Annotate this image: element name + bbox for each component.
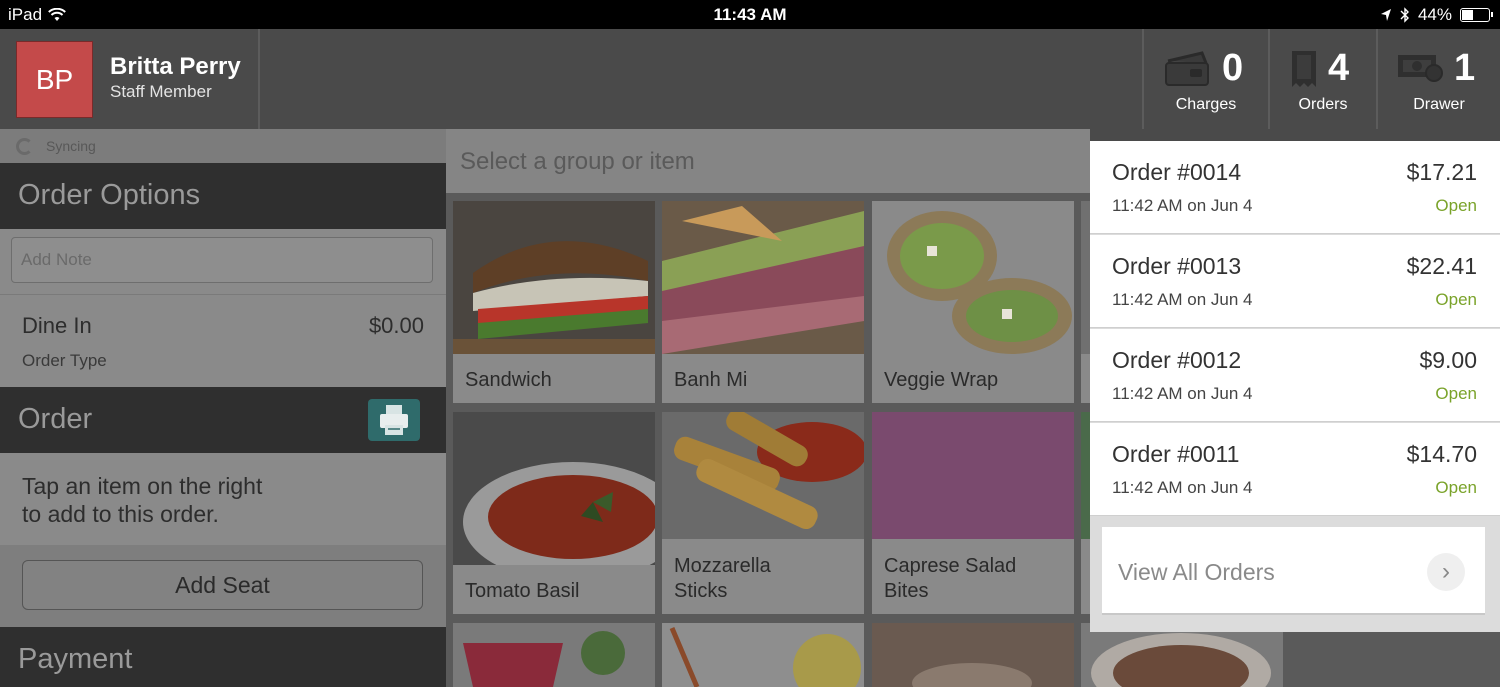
menu-item-veggie-wrap[interactable]: Veggie Wrap: [872, 201, 1074, 403]
menu-item-name-line2: Bites: [884, 580, 929, 602]
battery-percent: 44%: [1417, 5, 1452, 24]
order-status: Open: [1435, 290, 1477, 309]
drink-image: [453, 623, 655, 687]
drawer-count: 1: [1454, 47, 1476, 89]
cappuccino-image: [1081, 623, 1283, 687]
location-arrow-icon: [1380, 9, 1391, 21]
sync-status: Syncing: [0, 129, 446, 163]
seat-area: Add Seat: [0, 545, 446, 627]
popover-top-band: [1090, 129, 1500, 141]
order-status: Open: [1435, 196, 1477, 215]
menu-item-name: Caprese Salad Bites: [884, 554, 1016, 604]
menu-item-name-line1: Caprese Salad: [884, 555, 1017, 577]
menu-item-lemonade[interactable]: [662, 623, 864, 687]
order-type-name: Dine In: [22, 313, 92, 338]
menu-item-tomato-basil[interactable]: Tomato Basil: [453, 412, 655, 614]
veggie-wrap-image: [872, 201, 1074, 354]
bluetooth-icon: [1400, 7, 1409, 23]
menu-item-banh-mi[interactable]: Banh Mi: [662, 201, 864, 403]
menu-item-drink[interactable]: [453, 623, 655, 687]
empty-order-message: Tap an item on the right to add to this …: [22, 472, 262, 528]
order-time: 11:42 AM on Jun 4: [1112, 290, 1253, 309]
sandwich-image: [453, 201, 655, 354]
order-type-row[interactable]: Dine In $0.00 Order Type: [0, 294, 446, 386]
menu-item-name-line2: Sticks: [674, 580, 728, 602]
menu-item-name-line1: Mozzarella: [674, 555, 771, 577]
menu-item-name: Mozzarella Sticks: [674, 554, 771, 604]
card-icon: [1165, 51, 1209, 86]
view-all-orders-button[interactable]: View All Orders ›: [1102, 527, 1485, 615]
order-number: Order #0013: [1112, 253, 1242, 279]
cash-drawer-icon: [1398, 55, 1443, 82]
banh-mi-image: [662, 201, 864, 354]
order-options-title: Order Options: [18, 179, 201, 211]
order-time: 11:42 AM on Jun 4: [1112, 384, 1253, 403]
order-row[interactable]: Order #0013 $22.41 11:42 AM on Jun 4 Ope…: [1090, 235, 1500, 328]
menu-item-name: Tomato Basil: [465, 580, 580, 602]
empty-order-message-line1: Tap an item on the right: [22, 473, 263, 499]
order-options-header[interactable]: Order Options: [0, 163, 460, 229]
payment-title: Payment: [18, 643, 133, 675]
order-status: Open: [1435, 478, 1477, 497]
mozzarella-sticks-image: [662, 412, 864, 539]
menu-item-name: Sandwich: [465, 369, 552, 391]
sync-label: Syncing: [46, 138, 96, 154]
app-header: BP Britta Perry Staff Member 0 Charges 4…: [0, 29, 1500, 129]
order-number: Order #0011: [1112, 441, 1240, 467]
menu-item-caprese-salad-bites[interactable]: Caprese Salad Bites: [872, 412, 1074, 614]
payment-header[interactable]: Payment: [0, 627, 460, 687]
menu-item-cappuccino[interactable]: [1081, 623, 1283, 687]
coffee-image: [872, 623, 1074, 687]
charges-button[interactable]: 0 Charges: [1142, 29, 1268, 129]
drawer-button[interactable]: 1 Drawer: [1376, 29, 1500, 129]
view-all-orders-label: View All Orders: [1118, 559, 1275, 585]
order-amount: $17.21: [1406, 159, 1477, 185]
tomato-soup-image: [453, 412, 655, 565]
order-section-title: Order: [18, 403, 93, 435]
menu-item-name: Banh Mi: [674, 369, 748, 391]
order-status: Open: [1435, 384, 1477, 403]
add-seat-button[interactable]: Add Seat: [22, 560, 423, 610]
order-type-price: $0.00: [368, 313, 424, 338]
battery-icon: [1460, 8, 1493, 22]
order-amount: $9.00: [1419, 347, 1477, 373]
clock: 11:43 AM: [713, 5, 787, 24]
order-type-sublabel: Order Type: [22, 351, 107, 370]
avatar: BP: [16, 41, 93, 118]
menu-item-mozzarella-sticks[interactable]: Mozzarella Sticks: [662, 412, 864, 614]
order-time: 11:42 AM on Jun 4: [1112, 196, 1253, 215]
print-button[interactable]: [368, 399, 420, 441]
orders-label: Orders: [1298, 96, 1348, 113]
drawer-label: Drawer: [1413, 96, 1465, 113]
printer-icon: [380, 405, 408, 435]
menu-item-sandwich[interactable]: Sandwich: [453, 201, 655, 403]
user-role: Staff Member: [110, 82, 212, 101]
order-time: 11:42 AM on Jun 4: [1112, 478, 1253, 497]
chevron-right-icon: ›: [1427, 553, 1465, 591]
status-bar: iPad 11:43 AM 44%: [0, 0, 1500, 29]
add-note-field[interactable]: Add Note: [11, 237, 433, 283]
orders-count: 4: [1328, 47, 1350, 89]
order-number: Order #0012: [1112, 347, 1242, 373]
order-amount: $14.70: [1406, 441, 1477, 467]
order-amount: $22.41: [1406, 253, 1477, 279]
order-panel: Syncing Order Options Add Note Dine In $…: [0, 129, 460, 687]
receipt-icon: [1292, 51, 1316, 87]
order-row[interactable]: Order #0011 $14.70 11:42 AM on Jun 4 Ope…: [1090, 423, 1500, 516]
empty-order-message-line2: to add to this order.: [22, 501, 219, 527]
charges-label: Charges: [1175, 96, 1237, 113]
order-number: Order #0014: [1112, 159, 1242, 185]
lemonade-image: [662, 623, 864, 687]
user-name: Britta Perry: [110, 53, 241, 80]
order-row[interactable]: Order #0014 $17.21 11:42 AM on Jun 4 Ope…: [1090, 141, 1500, 234]
caprese-color-block: [872, 412, 1074, 539]
orders-popover: Order #0014 $17.21 11:42 AM on Jun 4 Ope…: [1090, 129, 1500, 632]
menu-item-name: Veggie Wrap: [884, 369, 999, 391]
orders-button[interactable]: 4 Orders: [1268, 29, 1376, 129]
order-row[interactable]: Order #0012 $9.00 11:42 AM on Jun 4 Open: [1090, 329, 1500, 422]
charges-count: 0: [1222, 47, 1244, 89]
user-profile[interactable]: BP Britta Perry Staff Member: [0, 29, 260, 129]
menu-item-coffee[interactable]: [872, 623, 1074, 687]
sync-icon: [16, 138, 33, 155]
